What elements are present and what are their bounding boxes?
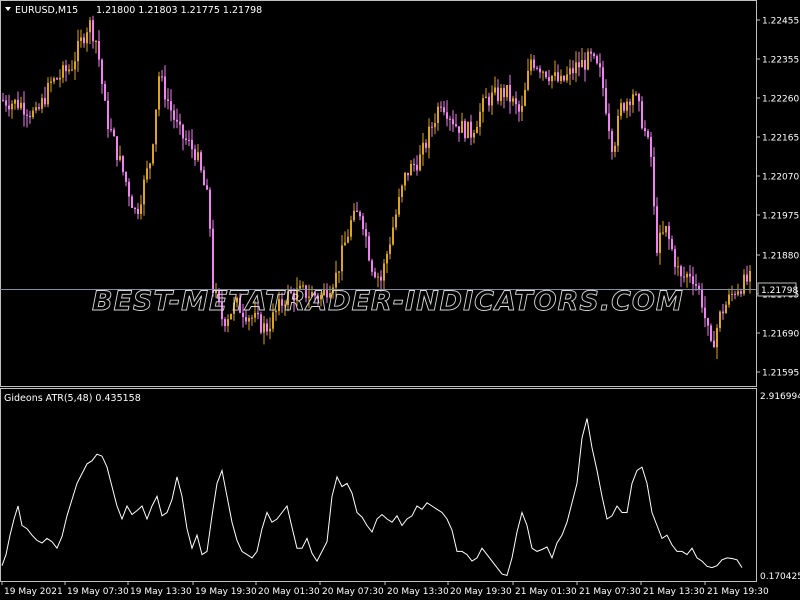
price-tick-label: 1.22165: [762, 134, 799, 144]
candle: [152, 143, 154, 166]
time-tick-label: 20 May 07:30: [322, 587, 384, 597]
candle: [467, 121, 469, 139]
time-tick-label: 20 May 19:30: [450, 587, 512, 597]
time-tick-label: 20 May 01:30: [258, 587, 320, 597]
time-tick-label: 19 May 2021: [4, 587, 63, 597]
time-tick-label: 21 May 13:30: [643, 587, 705, 597]
candle: [710, 323, 712, 343]
price-tick-label: 1.22260: [762, 95, 799, 105]
price-tick-label: 1.21595: [762, 369, 799, 379]
time-tick-label: 19 May 19:30: [195, 587, 257, 597]
indicator-max-label: 2.916994: [760, 392, 800, 402]
time-tick-label: 19 May 13:30: [130, 587, 192, 597]
price-tick-label: 1.22355: [762, 56, 799, 66]
price-tick-label: 1.21880: [762, 252, 799, 262]
indicator-label: Gideons ATR(5,48) 0.435158: [4, 393, 141, 404]
current-price-value: 1.21798: [761, 286, 798, 296]
candle: [587, 48, 589, 71]
watermark: BEST-METATRADER-INDICATORS.COM: [92, 286, 684, 317]
time-tick-label: 21 May 07:30: [579, 587, 641, 597]
candle: [368, 232, 370, 262]
candle: [158, 71, 160, 117]
price-tick-label: 1.22070: [762, 173, 799, 183]
chart-window[interactable]: BEST-METATRADER-INDICATORS.COM EURUSD,M1…: [0, 0, 800, 600]
candle: [653, 147, 655, 215]
symbol-label: EURUSD,M15: [15, 5, 78, 16]
current-price-tag: 1.21798: [757, 282, 798, 297]
time-tick-label: 21 May 01:30: [515, 587, 577, 597]
price-tick-label: 1.21690: [762, 330, 799, 340]
time-tick-label: 20 May 13:30: [387, 587, 449, 597]
chart-header: EURUSD,M15 1.21800 1.21803 1.21775 1.217…: [5, 5, 262, 16]
price-tick-label: 1.22455: [762, 17, 799, 27]
candle: [200, 150, 202, 173]
indicator-min-label: 0.170425: [760, 572, 800, 582]
time-tick-label: 21 May 19:30: [707, 587, 769, 597]
ohlc-values: 1.21800 1.21803 1.21775 1.21798: [96, 5, 262, 16]
price-tick-label: 1.21975: [762, 212, 799, 222]
time-tick-label: 19 May 07:30: [67, 587, 129, 597]
